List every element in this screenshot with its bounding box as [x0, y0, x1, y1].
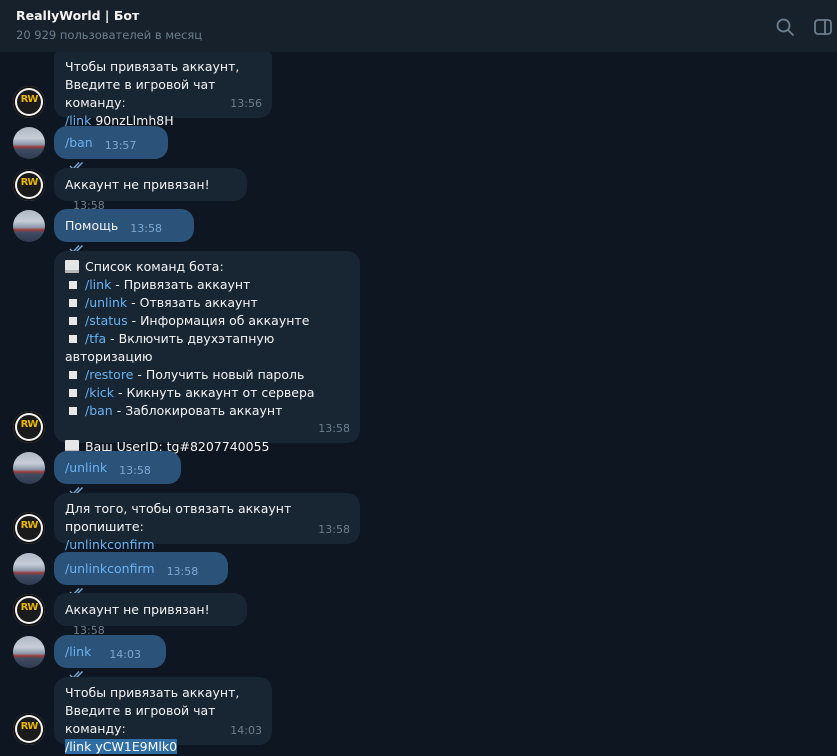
- bullet-square-icon: [69, 371, 77, 379]
- user-avatar[interactable]: [13, 636, 45, 668]
- message-text: /link yCW1E9Mlk0: [65, 738, 261, 756]
- user-avatar[interactable]: [13, 127, 45, 159]
- command-link[interactable]: /restore: [85, 367, 133, 382]
- command-link[interactable]: /status: [85, 313, 128, 328]
- bot-avatar[interactable]: RW: [13, 169, 45, 201]
- message-bubble[interactable]: /ban 13:57: [54, 126, 168, 171]
- message-time: 14:03: [230, 724, 262, 737]
- chat-title[interactable]: ReallyWorld | Бот: [16, 7, 821, 25]
- sidebar-toggle-icon[interactable]: [812, 16, 834, 38]
- search-icon[interactable]: [774, 16, 796, 38]
- command-item: /link - Привязать аккаунт: [65, 276, 349, 294]
- chat-subtitle: 20 929 пользователей в месяц: [16, 28, 203, 42]
- message-bubble[interactable]: Для того, чтобы отвязать аккаунт пропиши…: [54, 493, 360, 552]
- command-link[interactable]: /link: [65, 739, 91, 754]
- message-text: Аккаунт не привязан!: [65, 177, 210, 192]
- command-link[interactable]: /ban: [85, 403, 113, 418]
- message-time: 13:56: [230, 97, 262, 110]
- chat-header[interactable]: ReallyWorld | Бот 20 929 пользователей в…: [0, 0, 837, 52]
- bot-avatar[interactable]: RW: [13, 512, 45, 544]
- bullet-square-icon: [69, 299, 77, 307]
- user-avatar[interactable]: [13, 210, 45, 242]
- user-avatar[interactable]: [13, 553, 45, 585]
- bot-avatar[interactable]: RW: [13, 86, 45, 118]
- bot-avatar[interactable]: RW: [13, 594, 45, 626]
- message-bubble[interactable]: Список команд бота: /link - Привязать ак…: [54, 251, 360, 454]
- user-avatar[interactable]: [13, 452, 45, 484]
- message-time: 13:58: [166, 565, 199, 578]
- message-text: Чтобы привязать аккаунт,: [65, 685, 240, 700]
- message-bubble[interactable]: /unlinkconfirm 13:58: [54, 552, 228, 597]
- message-time: 13:58: [130, 222, 162, 235]
- command-link[interactable]: /unlink: [85, 295, 127, 310]
- bullet-square-icon: [69, 335, 77, 343]
- message-text: Помощь: [65, 218, 119, 233]
- command-item: /status - Информация об аккаунте: [65, 312, 349, 330]
- command-item: /tfa - Включить двухэтапную авторизацию: [65, 331, 275, 364]
- message-time: 13:57: [104, 139, 137, 152]
- message-time: 13:58: [318, 523, 350, 536]
- message-text: Список команд бота:: [65, 258, 349, 276]
- bot-avatar[interactable]: RW: [13, 411, 45, 443]
- message-bubble[interactable]: Чтобы привязать аккаунт, Введите в игров…: [54, 52, 272, 128]
- command-link[interactable]: /unlinkconfirm: [65, 537, 155, 552]
- message-text: Аккаунт не привязан!: [65, 602, 210, 617]
- message-text: Чтобы привязать аккаунт,: [65, 59, 240, 74]
- bullet-square-icon: [69, 317, 77, 325]
- selected-text[interactable]: /link yCW1E9Mlk0: [65, 739, 178, 754]
- message-text: Для того, чтобы отвязать аккаунт пропиши…: [65, 501, 292, 534]
- message-time: 13:58: [318, 422, 350, 435]
- link-code: yCW1E9Mlk0: [95, 739, 178, 754]
- message-bubble[interactable]: Чтобы привязать аккаунт, Введите в игров…: [54, 677, 272, 754]
- command-item: /restore - Получить новый пароль: [65, 366, 349, 384]
- command-link[interactable]: /kick: [85, 385, 114, 400]
- command-link[interactable]: /ban: [65, 135, 93, 150]
- bullet-square-icon: [69, 389, 77, 397]
- bullet-square-icon: [69, 281, 77, 289]
- message-bubble[interactable]: /link 14:03: [54, 635, 166, 680]
- memo-icon: [65, 260, 79, 273]
- command-item: /kick - Кикнуть аккаунт от сервера: [65, 384, 349, 402]
- command-item: /ban - Заблокировать аккаунт: [65, 402, 349, 420]
- message-bubble[interactable]: Помощь 13:58: [54, 209, 194, 254]
- message-bubble[interactable]: /unlink 13:58: [54, 451, 181, 496]
- bot-avatar[interactable]: RW: [13, 713, 45, 745]
- message-bubble[interactable]: Аккаунт не привязан! 13:58: [54, 168, 247, 212]
- command-link[interactable]: /link: [85, 277, 111, 292]
- message-time: 14:03: [109, 648, 142, 661]
- message-bubble[interactable]: Аккаунт не привязан! 13:58: [54, 593, 247, 637]
- command-link[interactable]: /unlinkconfirm: [65, 561, 155, 576]
- bullet-square-icon: [69, 407, 77, 415]
- command-link[interactable]: /tfa: [85, 331, 106, 346]
- command-item: /unlink - Отвязать аккаунт: [65, 294, 349, 312]
- command-link[interactable]: /unlink: [65, 460, 107, 475]
- message-time: 13:58: [119, 464, 151, 477]
- command-link[interactable]: /link: [65, 644, 91, 659]
